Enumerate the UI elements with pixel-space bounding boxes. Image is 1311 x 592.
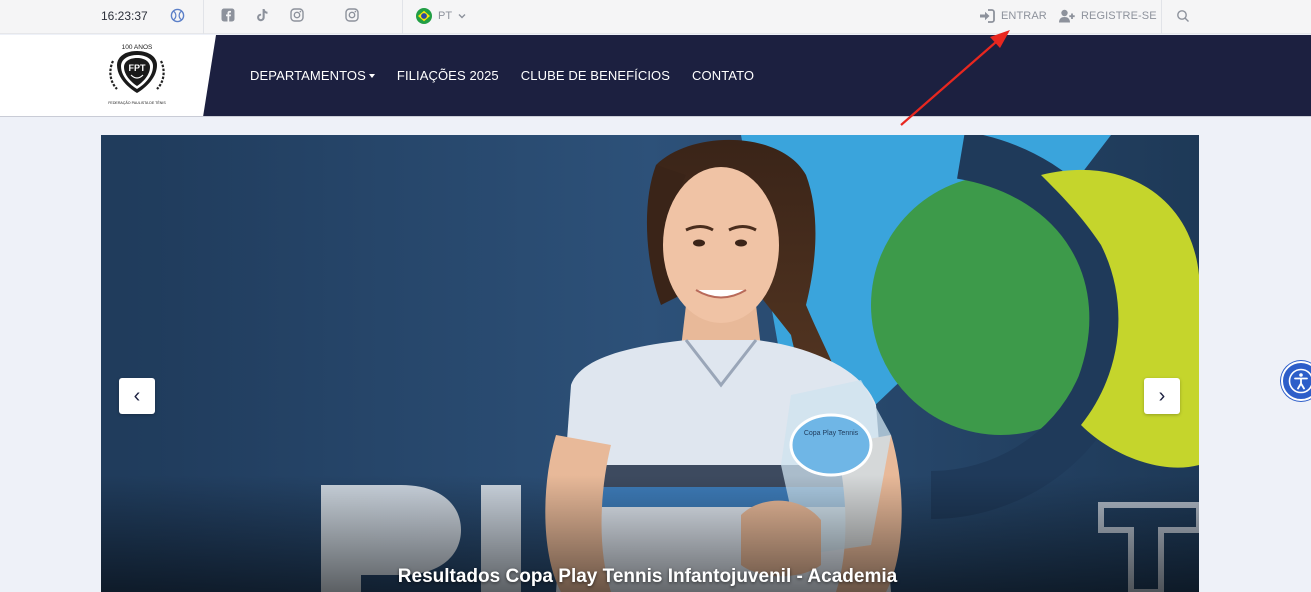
carousel-slide-image: Copa Play Tennis (101, 135, 1199, 592)
top-bar: 16:23:37 PT ENTRAR REGISTRE-SE (0, 0, 1311, 34)
user-plus-icon (1059, 9, 1075, 23)
menu-item-label: DEPARTAMENTOS (250, 68, 366, 83)
search-icon[interactable] (1176, 9, 1190, 23)
logo-top-text: 100 ANOS (122, 44, 153, 51)
tennis-ball-icon[interactable] (170, 8, 185, 23)
brazil-flag-icon (416, 8, 432, 24)
facebook-icon[interactable] (221, 8, 235, 22)
login-label: ENTRAR (1001, 10, 1047, 22)
accessibility-icon (1288, 368, 1311, 394)
accessibility-button[interactable] (1281, 361, 1311, 401)
logo-area[interactable]: 100 ANOS FPT FEDERAÇÃO PAULISTA DE TÊNIS (0, 35, 216, 117)
language-label: PT (438, 10, 453, 22)
instagram-icon[interactable] (290, 8, 304, 22)
login-icon (980, 9, 995, 23)
tiktok-icon[interactable] (255, 8, 269, 22)
navbar-bottom-border (0, 116, 1311, 117)
register-label: REGISTRE-SE (1081, 10, 1157, 22)
menu-item-contato[interactable]: CONTATO (692, 68, 754, 83)
carousel-next-button[interactable]: › (1144, 378, 1180, 414)
divider (1161, 0, 1162, 34)
chevron-down-icon (458, 14, 466, 19)
logo-bottom-text: FEDERAÇÃO PAULISTA DE TÊNIS (108, 100, 166, 105)
divider (402, 0, 403, 34)
login-link[interactable]: ENTRAR (979, 9, 1047, 23)
instagram-icon[interactable] (345, 8, 359, 22)
main-menu: DEPARTAMENTOS FILIAÇÕES 2025 CLUBE DE BE… (250, 68, 776, 83)
fpt-logo: 100 ANOS FPT FEDERAÇÃO PAULISTA DE TÊNIS (108, 44, 166, 105)
register-link[interactable]: REGISTRE-SE (1059, 9, 1157, 23)
clock: 16:23:37 (101, 9, 148, 23)
menu-item-filiacoes[interactable]: FILIAÇÕES 2025 (397, 68, 499, 83)
menu-item-clube-beneficios[interactable]: CLUBE DE BENEFÍCIOS (521, 68, 670, 83)
divider (203, 0, 204, 34)
logo-monogram: FPT (129, 63, 147, 73)
hero-carousel: Copa Play Tennis Resultados Copa Play Te… (101, 135, 1199, 592)
caret-down-icon (368, 74, 375, 78)
carousel-prev-button[interactable]: ‹ (119, 378, 155, 414)
language-selector[interactable]: PT (416, 8, 466, 24)
carousel-caption[interactable]: Resultados Copa Play Tennis Infantojuven… (101, 566, 1194, 588)
menu-item-departamentos[interactable]: DEPARTAMENTOS (250, 68, 375, 83)
svg-text:Copa Play Tennis: Copa Play Tennis (804, 430, 859, 437)
